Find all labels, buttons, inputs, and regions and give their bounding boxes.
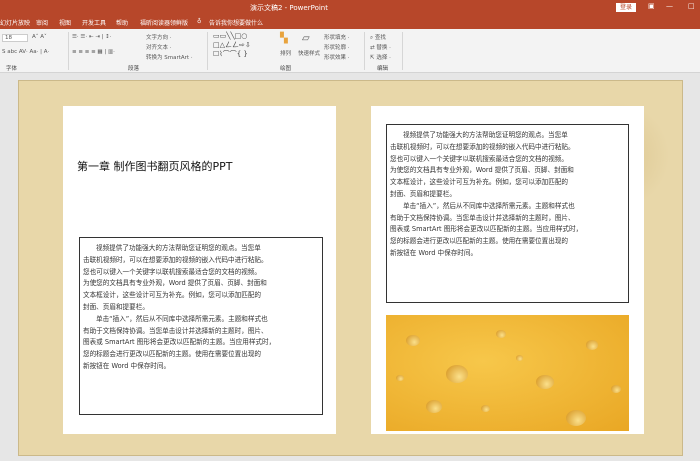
tab-view[interactable]: 视图: [59, 18, 71, 27]
text-line: 图表或 SmartArt 图形将会更改以匹配新的主题。当应用样式时，: [390, 225, 583, 234]
cheese-hole: [611, 385, 621, 393]
tab-foxit[interactable]: 福昕阅读器领鲜版: [140, 18, 188, 27]
text-line: 文本框设计，这些设计可互为补充。例如，您可以添加匹配的: [83, 291, 262, 300]
left-page: 第一章 制作图书翻页风格的PPT 视频提供了功能强大的方法帮助您证明您的观点。当…: [63, 106, 336, 434]
text-line: 您的标题会进行更改以匹配新的主题。使用在需要位置出现的: [83, 350, 262, 359]
text-line: 您也可以键入一个关键字以联机搜索最适合您的文档的视频。: [390, 154, 569, 163]
cheese-hole: [396, 375, 404, 382]
select-button[interactable]: ⇱ 选择 ·: [370, 53, 391, 61]
align-text-button[interactable]: 对齐文本 ·: [146, 43, 172, 51]
ribbon-display-icon[interactable]: ▣: [648, 2, 655, 10]
cheese-hole: [566, 410, 586, 426]
tab-slideshow[interactable]: 幻灯片放映: [0, 18, 30, 27]
cheese-hole: [446, 365, 468, 383]
find-button[interactable]: ⌕ 查找: [370, 33, 386, 42]
text-line: 单击“插入”，然后从不同库中选择所需元素。主题和样式也: [96, 314, 268, 323]
text-line: 有助于文档保持协调。当您单击设计并选择新的主题时，图片、: [83, 326, 268, 335]
group-font-label: 字体: [6, 66, 18, 72]
select-label: 选择 ·: [376, 55, 391, 61]
window-title: 演示文稿2 - PowerPoint: [250, 4, 328, 12]
cheese-hole: [516, 355, 523, 361]
group-editing-label: 编辑: [377, 66, 389, 72]
slide-title[interactable]: 第一章 制作图书翻页风格的PPT: [77, 158, 232, 174]
cheese-hole: [586, 340, 598, 350]
quick-styles-icon[interactable]: ▱: [302, 33, 310, 44]
shapes-gallery[interactable]: ▭▭╲╲□○ □△ㄥㄥ⇨⇩ ☐⌇⌒⌒{ }: [213, 32, 251, 59]
tell-me-search[interactable]: 告诉我你想要做什么: [209, 18, 263, 27]
left-text-box[interactable]: 视频提供了功能强大的方法帮助您证明您的观点。当您单 击联机视频时，可以在想要添加的…: [79, 237, 323, 415]
text-line: 击联机视频时，可以在想要添加的视频的嵌入代码中进行粘贴。: [390, 142, 575, 151]
arrange-icon[interactable]: ▚: [280, 33, 288, 44]
text-line: 为使您的文档具有专业外观，Word 提供了页眉、页脚、封面和: [390, 166, 574, 175]
font-size-select[interactable]: 18: [2, 34, 28, 42]
cheese-image[interactable]: [386, 315, 629, 431]
font-format-icons[interactable]: S abc AV· Aa· | A·: [2, 49, 49, 55]
text-line: 为使您的文档具有专业外观，Word 提供了页眉、页脚、封面和: [83, 279, 267, 288]
replace-button[interactable]: ⇄ 替换 ·: [370, 43, 391, 51]
tab-developer[interactable]: 开发工具: [82, 18, 106, 27]
align-icons[interactable]: ≡ ≡ ≡ ≡ ▦ | ▥·: [72, 49, 115, 55]
text-line: 文本框设计，这些设计可互为补充。例如，您可以添加匹配的: [390, 178, 569, 187]
text-line: 击联机视频时，可以在想要添加的视频的嵌入代码中进行粘贴。: [83, 255, 268, 264]
text-line: 封面、页眉和提要栏。: [83, 302, 149, 311]
text-line: 视频提供了功能强大的方法帮助您证明您的观点。当您单: [96, 244, 261, 252]
cheese-hole: [406, 335, 420, 347]
cheese-hole: [426, 400, 442, 413]
minimize-icon[interactable]: —: [666, 2, 673, 10]
cheese-hole: [496, 330, 506, 338]
convert-smartart-button[interactable]: 转换为 SmartArt ·: [146, 53, 193, 61]
text-line: 新按钮在 Word 中保存时间。: [390, 248, 478, 257]
font-grow-icon[interactable]: A˄ A˅: [32, 34, 47, 40]
tab-review[interactable]: 审阅: [36, 18, 48, 27]
right-text-box[interactable]: 视频提供了功能强大的方法帮助您证明您的观点。当您单 击联机视频时，可以在想要添加的…: [386, 124, 629, 303]
text-line: 新按钮在 Word 中保存时间。: [83, 361, 171, 370]
title-bar: 演示文稿2 - PowerPoint 登录 ▣ — □ 幻灯片放映 审阅 视图 …: [0, 0, 700, 29]
group-drawing-label: 绘图: [280, 66, 292, 72]
maximize-icon[interactable]: □: [688, 2, 695, 10]
text-line: 封面、页眉和提要栏。: [390, 189, 456, 198]
find-label: 查找: [374, 35, 386, 41]
text-line: 单击“插入”，然后从不同库中选择所需元素。主题和样式也: [403, 201, 575, 210]
text-line: 有助于文档保持协调。当您单击设计并选择新的主题时，图片、: [390, 213, 575, 222]
shape-fill-button[interactable]: 形状填充 ·: [324, 33, 350, 41]
lightbulb-icon: ♁: [197, 18, 202, 25]
group-paragraph-label: 段落: [128, 66, 140, 72]
text-direction-button[interactable]: 文字方向 ·: [146, 33, 172, 41]
text-line: 图表或 SmartArt 图形将会更改以匹配新的主题。当应用样式时，: [83, 338, 276, 347]
text-line: 您的标题会进行更改以匹配新的主题。使用在需要位置出现的: [390, 237, 569, 246]
shape-effects-button[interactable]: 形状效果 ·: [324, 53, 350, 61]
arrange-button[interactable]: 排列: [280, 49, 291, 57]
slide-canvas[interactable]: 第一章 制作图书翻页风格的PPT 视频提供了功能强大的方法帮助您证明您的观点。当…: [18, 80, 683, 456]
replace-label: 替换 ·: [376, 45, 391, 51]
shape-outline-button[interactable]: 形状轮廓 ·: [324, 43, 350, 51]
text-line: 视频提供了功能强大的方法帮助您证明您的观点。当您单: [403, 131, 568, 139]
text-line: 您也可以键入一个关键字以联机搜索最适合您的文档的视频。: [83, 267, 262, 276]
tab-help[interactable]: 帮助: [116, 18, 128, 27]
list-icons[interactable]: ☰· ☰· ⇤ ⇥ | ↕·: [72, 34, 112, 40]
cheese-hole: [536, 375, 554, 390]
login-button[interactable]: 登录: [616, 3, 636, 12]
ribbon: 18 A˄ A˅ S abc AV· Aa· | A· 字体 ☰· ☰· ⇤ ⇥…: [0, 29, 700, 73]
quick-styles-button[interactable]: 快速样式: [298, 49, 320, 57]
cheese-hole: [481, 405, 490, 413]
right-page: 视频提供了功能强大的方法帮助您证明您的观点。当您单 击联机视频时，可以在想要添加的…: [371, 106, 644, 434]
